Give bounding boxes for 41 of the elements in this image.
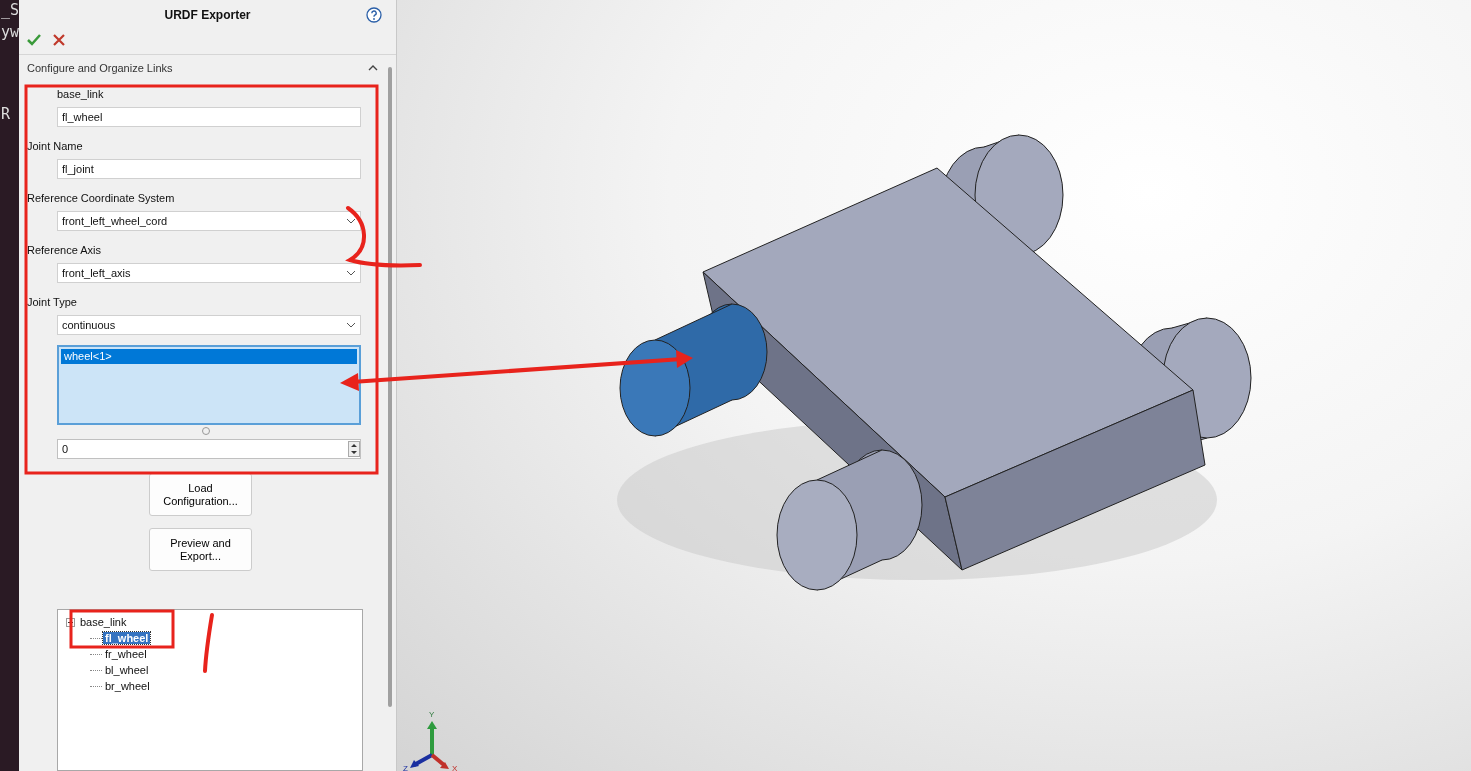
field-label: Reference Coordinate System: [27, 192, 176, 204]
chevron-down-icon: [346, 218, 356, 224]
terminal-text: _S: [0, 0, 19, 20]
link-tree[interactable]: base_link fl_wheel fr_wheel bl_wheel br_wheel: [57, 609, 363, 771]
list-item[interactable]: wheel<1>: [61, 349, 357, 364]
parent-link-label: base_link: [57, 88, 105, 100]
spinner-arrows-icon[interactable]: [348, 441, 360, 457]
dropdown[interactable]: front_left_wheel_cord: [57, 211, 361, 231]
checkmark-icon[interactable]: [27, 34, 41, 46]
help-icon[interactable]: [366, 7, 382, 23]
annotation-stroke: [203, 613, 214, 673]
number-field[interactable]: 0: [57, 439, 361, 459]
tree-item[interactable]: fr_wheel: [103, 648, 149, 660]
panel-title: URDF Exporter: [164, 8, 251, 22]
field-label: Reference Axis: [27, 244, 102, 256]
tree-item[interactable]: bl_wheel: [103, 664, 151, 676]
dropdown[interactable]: front_left_axis: [57, 263, 361, 283]
action-button[interactable]: Preview and Export...: [149, 528, 252, 571]
component-list[interactable]: wheel<1>: [57, 345, 361, 425]
tree-item[interactable]: br_wheel: [103, 680, 152, 692]
terminal-text: R: [0, 104, 12, 124]
axis-triad-drawing: [410, 721, 449, 769]
chevron-down-icon: [346, 322, 356, 328]
close-icon[interactable]: [53, 34, 65, 46]
link-name-field[interactable]: fl_wheel: [57, 107, 361, 127]
text-field[interactable]: fl_joint: [57, 159, 361, 179]
scrollbar-thumb[interactable]: [388, 67, 392, 707]
axis-label: Y: [429, 710, 435, 719]
collapse-icon[interactable]: [66, 617, 75, 627]
field-label: Joint Name: [27, 140, 84, 152]
axis-label: X: [452, 764, 458, 771]
chevron-down-icon: [346, 270, 356, 276]
dropdown[interactable]: continuous: [57, 315, 361, 335]
tree-item[interactable]: base_link: [78, 616, 129, 628]
field-label: Joint Type: [27, 296, 78, 308]
chevron-up-icon[interactable]: [368, 65, 378, 71]
tree-item[interactable]: fl_wheel: [103, 632, 151, 644]
axis-label: Z: [403, 764, 408, 771]
section-title: Configure and Organize Links: [27, 62, 173, 74]
action-button[interactable]: Load Configuration...: [149, 473, 252, 516]
terminal-text: yw: [0, 22, 19, 42]
